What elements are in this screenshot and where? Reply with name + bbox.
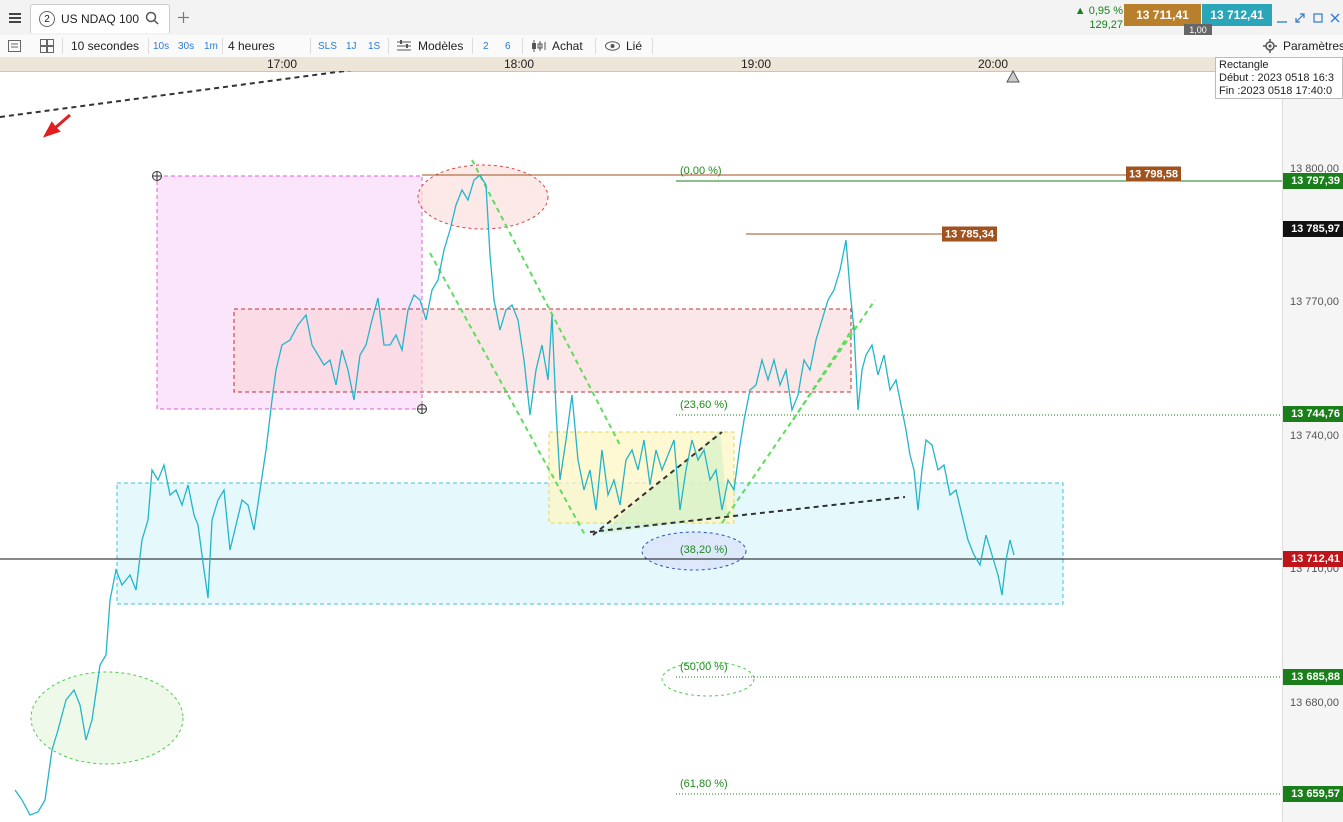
tab-number: 2: [39, 11, 55, 27]
buy-button[interactable]: Achat: [552, 35, 583, 57]
time-tick-1900: 19:00: [740, 57, 772, 71]
expand-icon[interactable]: [1292, 0, 1308, 35]
layout-6-button[interactable]: 6: [505, 35, 511, 57]
settings-button[interactable]: Paramètres: [1283, 35, 1343, 57]
axis-tag-fib618[interactable]: 13 659,57: [1283, 786, 1343, 802]
quick-period-sls[interactable]: SLS: [318, 35, 337, 57]
quick-period-1j[interactable]: 1J: [346, 35, 357, 57]
linked-button[interactable]: Lié: [626, 35, 642, 57]
minimize-icon[interactable]: [1274, 0, 1290, 35]
interval-select[interactable]: 10 secondes: [71, 35, 139, 57]
search-icon[interactable]: [145, 11, 159, 28]
level-tag-high2[interactable]: 13 785,34: [942, 226, 997, 242]
axis-tag-fib0[interactable]: 13 797,39: [1283, 173, 1343, 189]
eye-icon[interactable]: [605, 35, 620, 57]
top-bar: 2 US NDAQ 100 ▲ 0,95 % 129,27 13 711,41 …: [0, 0, 1343, 36]
axis-tag-fib236[interactable]: 13 744,76: [1283, 406, 1343, 422]
red-arrow-icon: [42, 113, 71, 138]
instrument-name: US NDAQ 100: [61, 12, 140, 26]
time-tick-1800: 18:00: [503, 57, 535, 71]
chart-tab[interactable]: 2 US NDAQ 100: [30, 4, 170, 33]
close-icon[interactable]: [1327, 0, 1343, 35]
bid-price-button[interactable]: 13 711,41: [1124, 4, 1201, 26]
models-button[interactable]: Modèles: [418, 35, 463, 57]
quick-interval-30s[interactable]: 30s: [178, 35, 194, 57]
bottom-left-ellipse: [30, 671, 184, 765]
candles-icon[interactable]: [531, 35, 547, 57]
fib-label-0: (0,00 %): [680, 165, 722, 177]
quick-interval-10s[interactable]: 10s: [153, 35, 169, 57]
chart-canvas[interactable]: [0, 71, 1282, 822]
time-tick-2000: 20:00: [977, 57, 1009, 71]
layout-2-button[interactable]: 2: [483, 35, 489, 57]
fib-label-382: (38,20 %): [680, 544, 728, 556]
rectangle-info-box: Rectangle Début : 2023 0518 16:3 Fin :20…: [1215, 57, 1343, 99]
axis-tag-current-price[interactable]: 13 712,41: [1283, 551, 1343, 567]
change-percent: ▲ 0,95 %: [1074, 5, 1123, 17]
ask-price-button[interactable]: 13 712,41: [1202, 4, 1272, 26]
spread-badge: 1,00: [1184, 24, 1212, 35]
gear-icon[interactable]: [1263, 35, 1277, 57]
models-icon[interactable]: [397, 35, 411, 57]
restore-icon[interactable]: [1310, 0, 1326, 35]
period-select[interactable]: 4 heures: [228, 35, 275, 57]
level-tag-high1[interactable]: 13 798,58: [1126, 166, 1181, 182]
info-start: Début : 2023 0518 16:3: [1219, 72, 1334, 84]
price-tick-13680: 13 680,00: [1290, 697, 1339, 709]
price-change: ▲ 0,95 % 129,27: [1063, 4, 1123, 34]
long-trend-line: [0, 71, 353, 118]
info-title: Rectangle: [1219, 59, 1269, 71]
chart-toolbar: 10 secondes 10s 30s 1m 4 heures SLS 1J 1…: [0, 35, 1343, 58]
time-tick-1700: 17:00: [266, 57, 298, 71]
time-axis: [0, 57, 1343, 72]
fib-label-236: (23,60 %): [680, 399, 728, 411]
fib-label-618: (61,80 %): [680, 778, 728, 790]
info-end: Fin :2023 0518 17:40:0: [1219, 85, 1333, 97]
axis-tag-fib50[interactable]: 13 685,88: [1283, 669, 1343, 685]
layout-grid-icon[interactable]: [40, 35, 54, 57]
quick-period-1s[interactable]: 1S: [368, 35, 380, 57]
change-absolute: 129,27: [1089, 19, 1123, 31]
quick-interval-1m[interactable]: 1m: [204, 35, 218, 57]
price-tick-13740: 13 740,00: [1290, 430, 1339, 442]
hamburger-icon[interactable]: [4, 0, 26, 35]
plus-icon[interactable]: [172, 0, 194, 35]
list-icon[interactable]: [8, 35, 21, 57]
axis-tag-last-high[interactable]: 13 785,97: [1283, 221, 1343, 237]
fib-label-50: (50,00 %): [680, 661, 728, 673]
price-tick-13770: 13 770,00: [1290, 296, 1339, 308]
